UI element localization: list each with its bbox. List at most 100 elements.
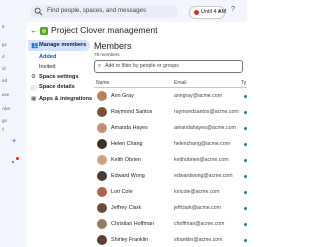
nav-label: Space details [39,84,75,90]
space-avatar-icon [40,27,48,35]
member-name: Ann Gray [111,93,134,99]
rail-item[interactable]: ps [2,42,7,47]
member-email: choffman@acme.com [174,221,225,227]
left-rail: 5 ps d id ed ave Abe gn y + [0,22,26,247]
filter-placeholder: Add or filter by people or groups [105,63,179,69]
avatar [97,123,107,133]
column-header-name[interactable]: Name [96,80,109,86]
member-status-icon [244,95,247,98]
rail-item[interactable]: 5 [2,24,5,29]
rail-item[interactable]: y [2,126,4,131]
table-row[interactable]: Raymond Santos raymondsantos@acme.com [94,105,247,119]
status-label: Until 4 AM [201,9,227,15]
chevron-down-icon: ▾ [218,9,221,15]
table-row[interactable]: Edward Wong edwardwong@acme.com [94,169,247,183]
table-row[interactable]: Helen Chang helenchang@acme.com [94,137,247,151]
member-email: anngray@acme.com [174,93,222,99]
page-title: Project Clover management [51,25,158,35]
status-dot-icon [194,10,199,15]
info-icon: ⓘ [31,86,37,92]
table-row[interactable]: Jeffrey Clark jeffclark@acme.com [94,201,247,215]
member-email: loricole@acme.com [174,189,220,195]
nav-space-details[interactable]: ⓘ Space details [28,83,90,93]
member-name: Jeffrey Clark [111,205,142,211]
column-header-type[interactable]: Ty [241,80,246,86]
filter-input[interactable]: ⌕ Add or filter by people or groups [94,60,243,73]
top-bar: Find people, spaces, and messages Until … [0,0,247,22]
member-email: jeffclark@acme.com [174,205,221,211]
avatar [97,107,107,117]
search-icon: ⌕ [98,63,102,69]
gear-icon: ⚙ [31,74,37,80]
avatar [97,187,107,197]
member-email: raymondsantos@acme.com [174,109,239,115]
back-arrow-icon[interactable]: ← [30,26,38,35]
member-name: Raymond Santos [111,109,153,115]
status-button[interactable]: Until 4 AM ▾ [189,6,227,19]
member-email: edwardwong@acme.com [174,173,233,179]
member-name: Shirley Franklin [111,237,149,243]
nav-label: Apps & integrations [39,96,93,102]
rail-item[interactable]: id [2,66,6,71]
table-row[interactable]: Amanda Hayes amandahayes@acme.com [94,121,247,135]
member-email: keithobrien@acme.com [174,157,229,163]
rail-item[interactable]: gn [2,118,7,123]
rail-item[interactable]: d [2,54,5,59]
avatar [97,91,107,101]
member-status-icon [244,127,247,130]
nav-apps-integrations[interactable]: ▦ Apps & integrations [28,95,93,105]
member-status-icon [244,111,247,114]
rail-item[interactable]: ave [2,92,9,97]
table-row[interactable]: Shirley Franklin sfranklin@acme.com [94,233,247,247]
members-panel: Members 78 members ⌕ Add or filter by pe… [92,40,247,247]
member-status-icon [244,175,247,178]
table-row[interactable]: Lori Cole loricole@acme.com [94,185,247,199]
nav-added[interactable]: Added [39,54,56,60]
members-title: Members [94,41,132,51]
table-row[interactable]: Christian Hoffman choffman@acme.com [94,217,247,231]
member-name: Lori Cole [111,189,133,195]
notification-dot-icon [16,157,19,160]
member-status-icon [244,143,247,146]
people-icon: 👥 [31,43,39,49]
add-icon[interactable]: + [12,138,16,145]
help-icon[interactable]: ? [231,6,235,13]
rail-dot-icon [12,161,14,163]
members-count: 78 members [94,52,120,57]
member-name: Edward Wong [111,173,145,179]
table-row[interactable]: Keith Obrien keithobrien@acme.com [94,153,247,167]
search-placeholder: Find people, spaces, and messages [47,7,147,14]
avatar [97,203,107,213]
avatar [97,219,107,229]
search-bar[interactable]: Find people, spaces, and messages [30,5,178,18]
nav-invited[interactable]: Invited [39,64,55,70]
member-status-icon [244,159,247,162]
table-row[interactable]: Ann Gray anngray@acme.com [94,89,247,103]
rail-item[interactable]: Abe [2,106,10,111]
rail-item[interactable]: ed [2,78,7,83]
member-status-icon [244,223,247,226]
divider [94,87,247,88]
member-email: helenchang@acme.com [174,141,231,147]
member-email: sfranklin@acme.com [174,237,223,243]
space-header: ← Project Clover management [26,22,247,40]
apps-icon: ▦ [31,96,37,102]
member-status-icon [244,239,247,242]
column-header-email[interactable]: Email [174,80,187,86]
member-name: Keith Obrien [111,157,141,163]
nav-space-settings[interactable]: ⚙ Space settings [28,73,90,83]
avatar [97,171,107,181]
avatar [97,155,107,165]
member-status-icon [244,191,247,194]
avatar [97,235,107,245]
member-email: amandahayes@acme.com [174,125,236,131]
member-name: Christian Hoffman [111,221,155,227]
avatar [97,139,107,149]
nav-manage-members[interactable]: 👥 Manage members [28,40,90,51]
member-name: Amanda Hayes [111,125,148,131]
nav-label: Manage members [39,42,87,48]
search-icon [34,7,43,16]
member-status-icon [244,207,247,210]
member-name: Helen Chang [111,141,143,147]
nav-label: Space settings [39,74,79,80]
